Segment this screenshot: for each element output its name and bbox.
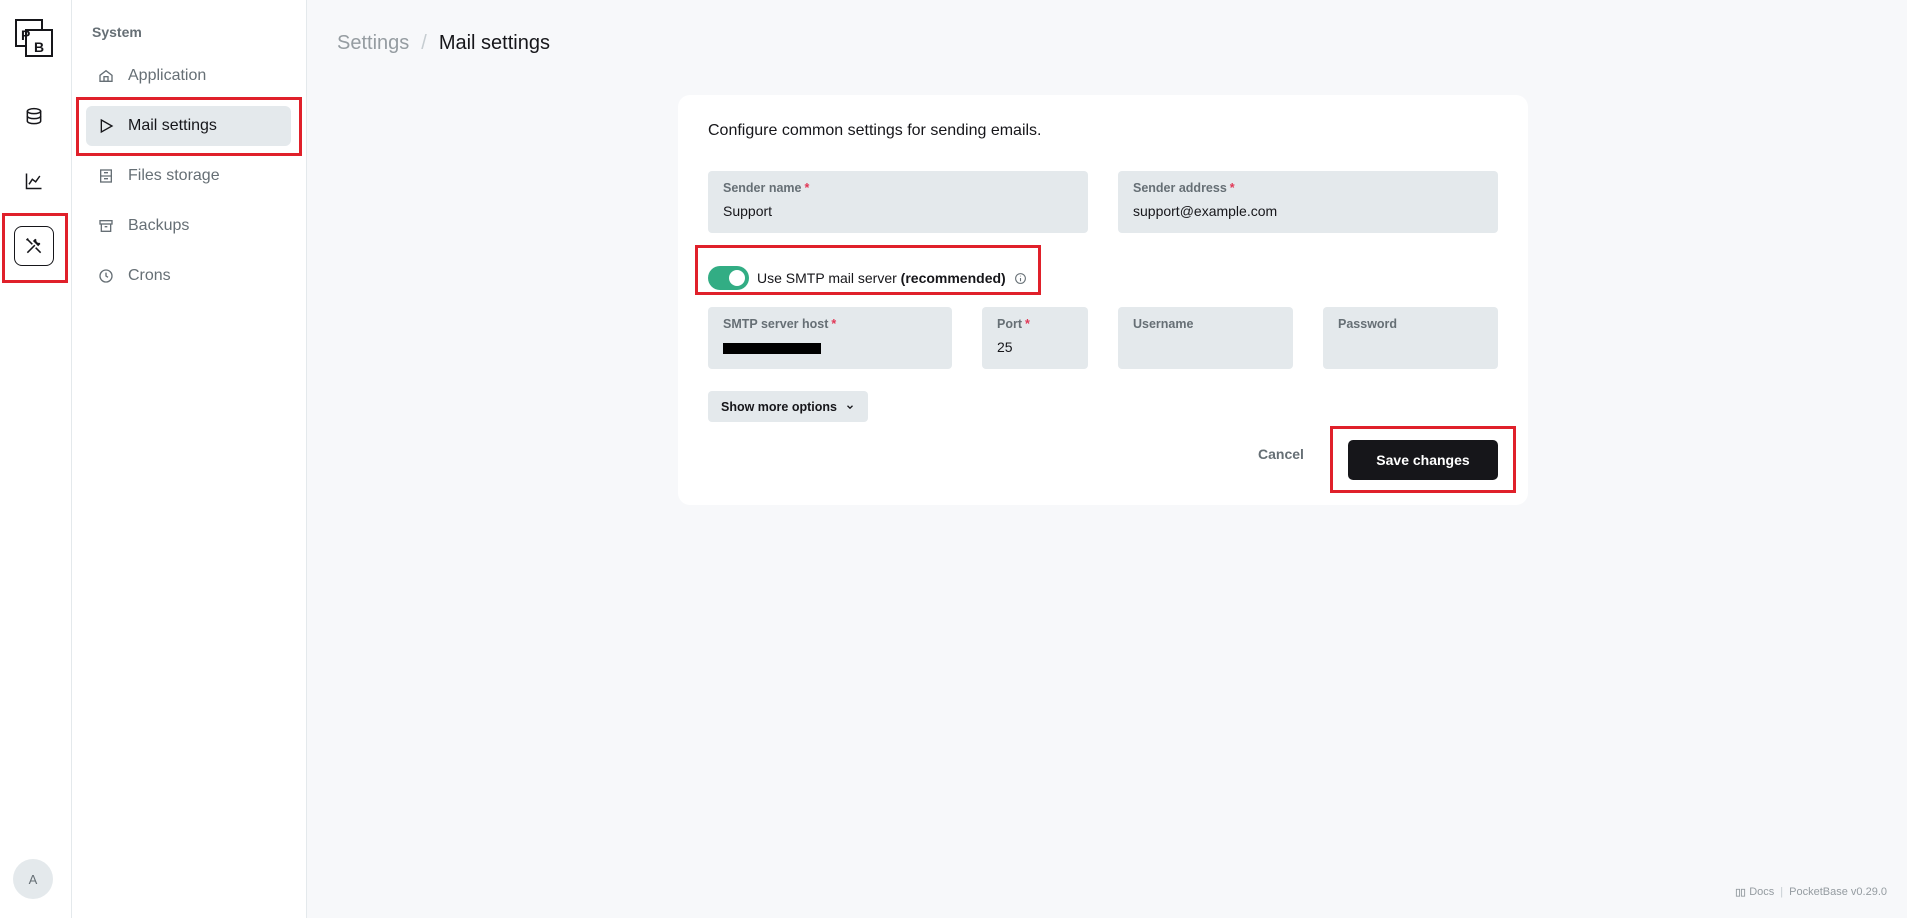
storage-icon [98,168,114,184]
toggle-knob [729,270,745,286]
page-title: Mail settings [438,32,550,54]
logo-letter-b: B [34,39,44,55]
username-label: Username [1133,317,1194,331]
sender-name-field[interactable]: Sender name * Support [708,171,1088,233]
archive-icon [98,218,114,234]
docs-link[interactable]: Docs [1735,886,1774,898]
icon-rail: P B A [0,0,72,918]
smtp-toggle-label[interactable]: Use SMTP mail server (recommended) [757,270,1006,286]
smtp-host-field[interactable]: SMTP server host * [708,307,952,369]
settings-sidebar: System Application Mail settings Files s… [72,0,307,918]
sidebar-item-crons[interactable]: Crons [86,256,291,296]
panel-intro: Configure common settings for sending em… [708,122,1042,139]
cancel-button[interactable]: Cancel [1258,446,1304,462]
breadcrumb-separator: / [421,32,427,54]
sender-address-input[interactable]: support@example.com [1133,203,1483,219]
logo-letter-p: P [21,27,30,43]
mail-settings-panel: Configure common settings for sending em… [678,95,1528,505]
settings-nav-button[interactable] [14,226,54,266]
sidebar-item-application[interactable]: Application [86,56,291,96]
sidebar-item-label: Backups [128,217,190,234]
username-field[interactable]: Username [1118,307,1293,369]
smtp-host-input-redacted[interactable] [723,343,821,354]
breadcrumb: Settings / Mail settings [337,32,550,55]
smtp-toggle-row: Use SMTP mail server (recommended) [708,265,1027,291]
version-label: PocketBase v0.29.0 [1789,886,1887,898]
tools-icon [25,237,42,254]
sidebar-item-backups[interactable]: Backups [86,206,291,246]
avatar[interactable]: A [13,859,53,899]
collections-nav-button[interactable] [14,97,54,137]
send-icon [98,118,114,134]
home-icon [98,68,114,84]
password-label: Password [1338,317,1398,331]
sidebar-section-title: System [92,24,142,40]
database-icon [26,107,42,125]
chart-line-icon [25,173,42,190]
required-mark: * [831,317,837,331]
logs-nav-button[interactable] [14,161,54,201]
smtp-toggle[interactable] [708,266,749,290]
show-more-options-button[interactable]: Show more options [708,391,868,422]
port-input[interactable]: 25 [997,339,1073,355]
sidebar-item-files-storage[interactable]: Files storage [86,156,291,196]
sidebar-item-label: Mail settings [128,117,217,134]
port-label: Port * [997,317,1030,331]
sidebar-item-label: Application [128,67,207,84]
book-icon [1736,888,1746,897]
pocketbase-logo[interactable]: P B [15,19,53,57]
required-mark: * [804,181,810,195]
required-mark: * [1025,317,1030,331]
sender-name-input[interactable]: Support [723,203,1073,219]
save-changes-button[interactable]: Save changes [1348,440,1498,480]
info-icon[interactable] [1014,272,1027,285]
port-field[interactable]: Port * 25 [982,307,1088,369]
password-field[interactable]: Password [1323,307,1498,369]
chevron-down-icon [845,402,855,412]
breadcrumb-settings-link[interactable]: Settings [337,32,409,55]
smtp-host-label: SMTP server host * [723,317,837,331]
required-mark: * [1229,181,1235,195]
sender-name-label: Sender name * [723,181,810,195]
sidebar-item-label: Crons [128,267,171,284]
sender-address-label: Sender address * [1133,181,1235,195]
clock-icon [98,268,114,284]
footer: Docs | PocketBase v0.29.0 [1735,886,1887,898]
show-more-options-label: Show more options [721,399,837,414]
sidebar-item-mail-settings[interactable]: Mail settings [86,106,291,146]
footer-separator: | [1780,886,1784,898]
sidebar-item-label: Files storage [128,167,220,184]
sender-address-field[interactable]: Sender address * support@example.com [1118,171,1498,233]
